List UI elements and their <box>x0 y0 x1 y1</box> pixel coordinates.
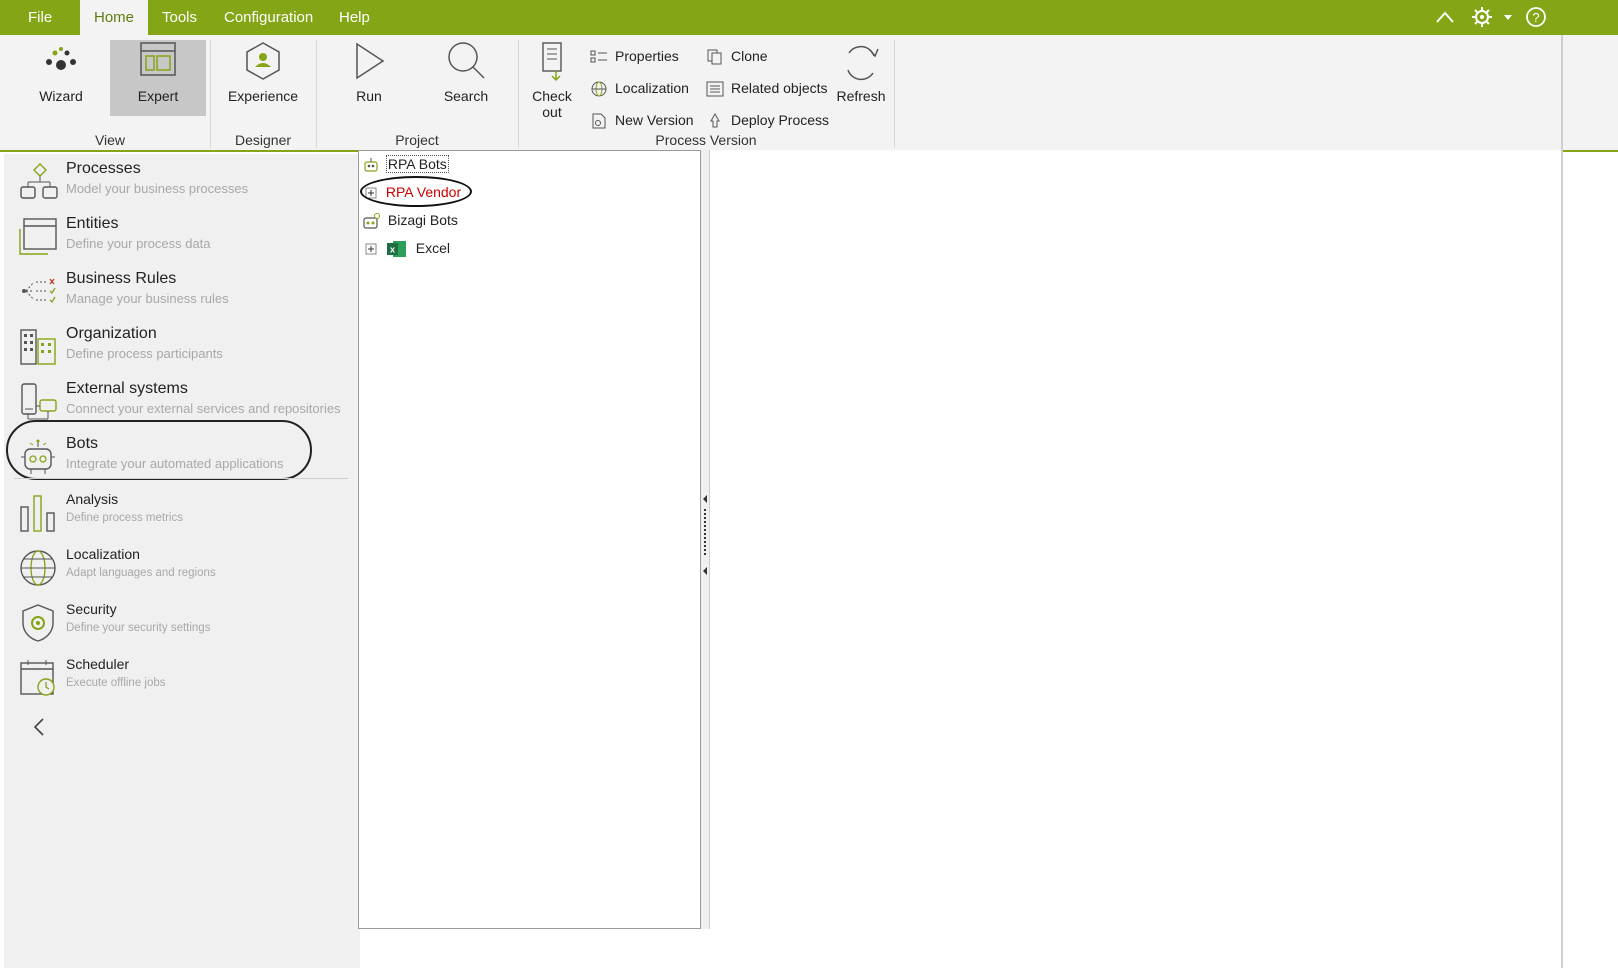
menu-configuration[interactable]: Configuration <box>210 0 327 35</box>
wizard-icon <box>46 47 76 70</box>
bots-tree-panel <box>358 150 701 929</box>
window-right-border <box>1561 35 1563 968</box>
chevron-down-icon[interactable] <box>1501 0 1515 35</box>
gear-icon[interactable] <box>1471 0 1493 35</box>
menu-file[interactable]: File <box>14 0 66 35</box>
menu-help[interactable]: Help <box>325 0 384 35</box>
refresh-icon <box>847 45 879 81</box>
check-out-button[interactable]: Check out <box>526 40 578 132</box>
bot-folder-icon <box>364 158 378 172</box>
experience-button[interactable]: Experience <box>222 40 304 112</box>
left-navigation: Processes Model your business processes … <box>0 154 360 968</box>
nav-item-bots[interactable]: Bots Integrate your automated applicatio… <box>18 435 358 487</box>
tree-node-excel[interactable]: x Excel <box>365 238 450 258</box>
globe-icon <box>20 550 56 586</box>
group-label-process-version: Process Version <box>655 132 757 148</box>
expand-icon[interactable] <box>365 187 378 200</box>
collapse-ribbon-icon[interactable] <box>1434 0 1456 35</box>
menu-tools[interactable]: Tools <box>148 0 211 35</box>
expert-icon <box>140 42 176 76</box>
properties-icon <box>590 50 607 63</box>
expand-icon[interactable] <box>365 243 378 256</box>
organization-icon <box>20 329 56 365</box>
nav-item-scheduler[interactable]: Scheduler Execute offline jobs <box>18 656 358 708</box>
run-button[interactable]: Run <box>334 40 404 112</box>
main-workspace <box>709 150 1562 929</box>
analysis-icon <box>20 495 55 532</box>
refresh-button[interactable]: Refresh <box>834 40 888 132</box>
ribbon: Wizard Expert View Experience Designer R… <box>0 35 1618 152</box>
tree-node-rpa-vendor[interactable]: RPA Vendor <box>365 182 461 202</box>
nav-item-organization[interactable]: Organization Define process participants <box>18 325 358 377</box>
nav-divider <box>14 478 348 479</box>
external-systems-icon <box>21 383 57 420</box>
nav-item-external-systems[interactable]: External systems Connect your external s… <box>18 380 358 432</box>
svg-text:?: ? <box>1532 10 1539 25</box>
expert-button[interactable]: Expert <box>110 40 206 116</box>
search-icon <box>448 42 485 79</box>
shield-icon <box>22 604 54 642</box>
tree-node-bizagi-bots[interactable]: Bizagi Bots <box>362 210 458 230</box>
bots-icon <box>21 439 55 474</box>
chevron-left-icon <box>33 718 44 736</box>
nav-item-business-rules[interactable]: Business Rules Manage your business rule… <box>18 270 358 322</box>
deploy-icon <box>710 113 720 128</box>
tree-node-rpa-bots[interactable]: RPA Bots <box>362 154 449 174</box>
related-objects-button[interactable]: Related objects <box>706 77 828 99</box>
bot-folder-icon <box>363 213 380 229</box>
scheduler-icon <box>20 660 55 696</box>
new-version-button[interactable]: New Version <box>590 109 694 131</box>
clone-button[interactable]: Clone <box>706 45 768 67</box>
nav-item-security[interactable]: Security Define your security settings <box>18 601 358 653</box>
experience-icon <box>246 42 280 80</box>
collapse-panel-button[interactable] <box>30 712 50 742</box>
play-icon <box>356 42 385 80</box>
wizard-button[interactable]: Wizard <box>24 40 98 112</box>
group-label-designer: Designer <box>234 132 292 148</box>
related-objects-icon <box>706 81 724 97</box>
entities-icon <box>19 218 57 255</box>
menu-home[interactable]: Home <box>80 0 149 35</box>
globe-icon <box>591 81 607 97</box>
business-rules-icon <box>22 278 56 304</box>
check-out-icon <box>542 42 562 82</box>
menu-bar: File Home Tools Configuration Help ? <box>0 0 1618 35</box>
nav-item-entities[interactable]: Entities Define your process data <box>18 215 358 267</box>
properties-button[interactable]: Properties <box>590 45 679 67</box>
group-label-view: View <box>94 132 126 148</box>
new-version-icon <box>592 113 606 129</box>
localization-button[interactable]: Localization <box>590 77 689 99</box>
nav-item-processes[interactable]: Processes Model your business processes <box>18 160 358 212</box>
clone-icon <box>707 49 722 65</box>
nav-item-analysis[interactable]: Analysis Define process metrics <box>18 491 358 543</box>
splitter-grip-icon <box>703 495 707 575</box>
group-label-project: Project <box>395 132 439 148</box>
processes-icon <box>20 163 58 199</box>
excel-icon: x <box>386 241 406 258</box>
panel-splitter[interactable] <box>701 150 709 929</box>
help-icon[interactable]: ? <box>1524 0 1548 35</box>
search-button[interactable]: Search <box>428 40 504 112</box>
ribbon-separator <box>894 40 895 148</box>
nav-item-localization[interactable]: Localization Adapt languages and regions <box>18 546 358 598</box>
deploy-process-button[interactable]: Deploy Process <box>706 109 829 131</box>
svg-text:x: x <box>390 245 395 255</box>
